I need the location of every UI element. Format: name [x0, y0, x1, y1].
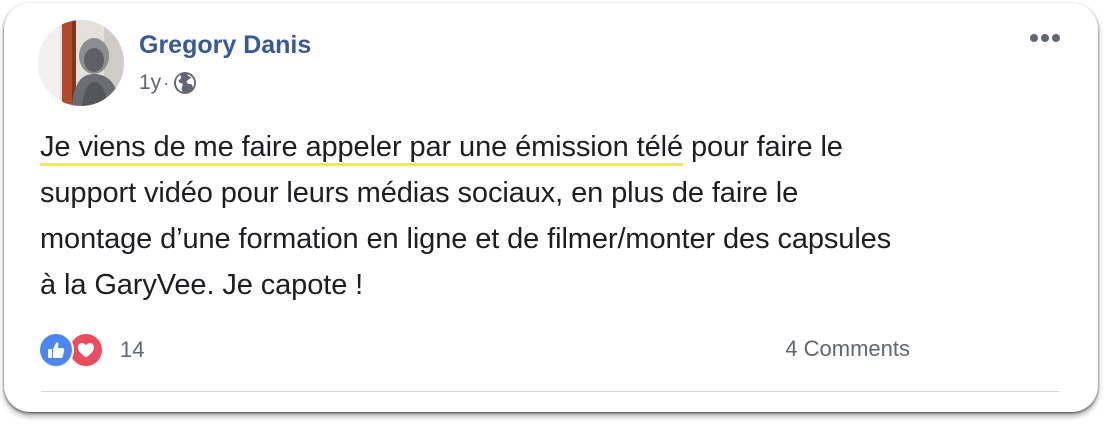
post-text-line-1: pour faire le [683, 131, 843, 163]
post-timestamp[interactable]: 1y [139, 71, 161, 95]
more-options-icon[interactable] [1020, 23, 1068, 53]
globe-icon[interactable] [173, 71, 197, 95]
post-text-line-2: support vidéo pour leurs médias sociaux,… [40, 177, 799, 209]
post-text-line-3: montage d’une formation en ligne et de f… [40, 223, 892, 255]
profile-photo [38, 20, 124, 106]
post-card: Gregory Danis 1y · Je viens de me faire … [4, 3, 1098, 412]
post-text: Je viens de me faire appeler par une émi… [40, 124, 1080, 308]
reaction-count: 14 [120, 337, 145, 362]
meta-separator: · [163, 72, 170, 93]
post-meta: 1y · [139, 71, 197, 95]
post-text-line-4: à la GaryVee. Je capote ! [40, 269, 364, 301]
like-icon [38, 332, 74, 368]
avatar[interactable] [38, 20, 124, 106]
highlighted-text: Je viens de me faire appeler par une émi… [40, 131, 684, 163]
reactions-summary[interactable]: 14 [38, 332, 144, 368]
divider [41, 391, 1059, 392]
author-name[interactable]: Gregory Danis [139, 31, 311, 60]
comments-link[interactable]: 4 Comments [785, 336, 910, 362]
